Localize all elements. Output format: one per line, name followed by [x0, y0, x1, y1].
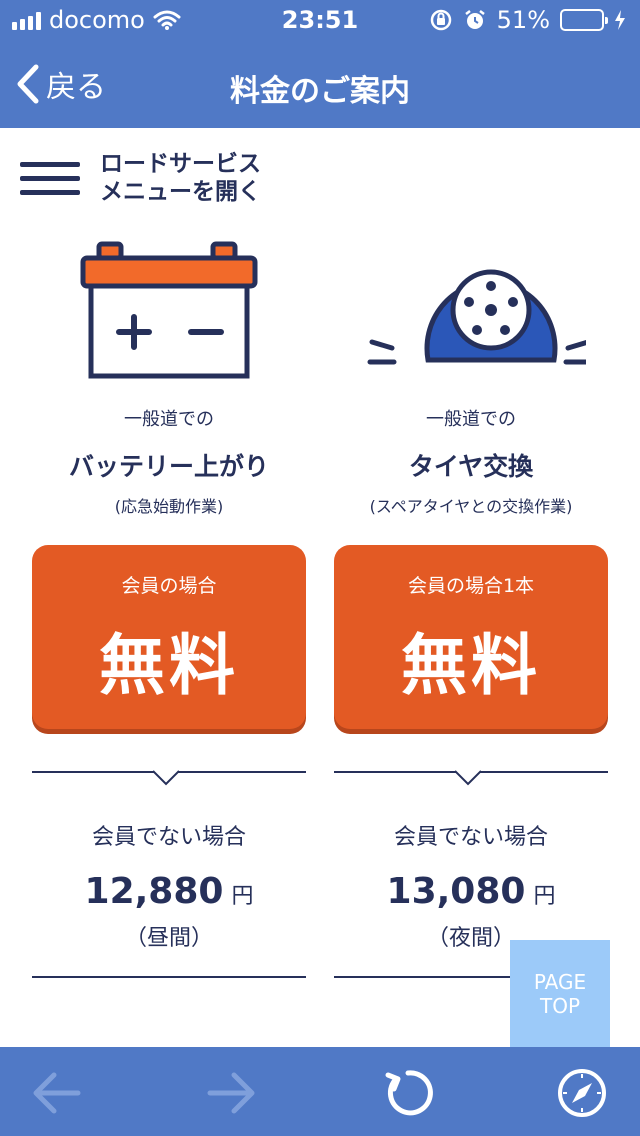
reload-icon — [385, 1070, 433, 1116]
browser-toolbar — [0, 1047, 640, 1136]
menu-label: ロードサービス メニューを開く — [100, 150, 261, 206]
menu-label-line1: ロードサービス — [100, 151, 261, 177]
nonmember-label: 会員でない場合 — [393, 825, 548, 850]
navigation-bar: 戻る 料金のご案内 — [0, 40, 640, 128]
nonmember-price-line: 12,880 円 — [32, 871, 306, 912]
battery-percent: 51% — [496, 6, 550, 34]
status-bar: docomo 23:51 51% — [0, 0, 640, 40]
page-top-button[interactable]: PAGE TOP — [510, 940, 610, 1048]
currency-label: 円 — [533, 884, 556, 909]
charging-bolt-icon — [615, 10, 625, 30]
open-in-safari-button[interactable] — [556, 1069, 608, 1117]
page-top-line1: PAGE — [533, 970, 587, 994]
flat-tire-icon — [334, 225, 608, 385]
reload-button[interactable] — [382, 1069, 434, 1117]
service-card-tire: 一般道での タイヤ交換 (スペアタイヤとの交換作業) 会員の場合1本 無料 会員… — [334, 225, 608, 978]
service-name: タイヤ交換 — [408, 452, 534, 481]
battery-icon — [560, 9, 608, 31]
nonmember-price: 13,080 — [386, 871, 526, 912]
chevron-down-icon — [153, 770, 179, 786]
divider — [32, 976, 306, 978]
page-title: 料金のご案内 — [230, 74, 410, 109]
compass-icon — [558, 1069, 606, 1117]
divider — [32, 770, 306, 786]
service-subtitle: 一般道での — [426, 409, 516, 430]
alarm-icon — [464, 10, 485, 29]
hamburger-icon — [20, 161, 80, 195]
car-battery-icon — [32, 225, 306, 385]
road-service-menu-button[interactable]: ロードサービス メニューを開く — [20, 150, 261, 206]
nonmember-price-line: 13,080 円 — [334, 871, 608, 912]
arrow-right-icon — [207, 1072, 255, 1114]
nonmember-price: 12,880 — [84, 871, 224, 912]
back-nav-button[interactable] — [30, 1069, 82, 1117]
member-price-card: 会員の場合1本 無料 — [334, 545, 608, 729]
forward-nav-button[interactable] — [206, 1069, 258, 1117]
arrow-left-icon — [33, 1072, 81, 1114]
member-price: 無料 — [99, 627, 239, 704]
service-note: (応急始動作業) — [114, 497, 224, 516]
service-name: バッテリー上がり — [68, 452, 269, 481]
orientation-lock-icon — [430, 9, 451, 31]
time-of-day: （昼間） — [124, 926, 213, 951]
member-price-card: 会員の場合 無料 — [32, 545, 306, 729]
nonmember-label: 会員でない場合 — [91, 825, 246, 850]
service-note: (スペアタイヤとの交換作業) — [369, 497, 573, 516]
service-subtitle: 一般道での — [124, 409, 214, 430]
member-label: 会員の場合1本 — [407, 575, 535, 597]
menu-label-line2: メニューを開く — [100, 179, 261, 205]
page-top-line2: TOP — [539, 994, 581, 1018]
status-right: 51% — [429, 6, 626, 34]
member-label: 会員の場合 — [121, 575, 217, 597]
chevron-down-icon — [455, 770, 481, 786]
service-card-battery: 一般道での バッテリー上がり (応急始動作業) 会員の場合 無料 会員でない場合… — [32, 225, 306, 978]
currency-label: 円 — [231, 884, 254, 909]
member-price: 無料 — [401, 627, 541, 704]
divider — [334, 770, 608, 786]
